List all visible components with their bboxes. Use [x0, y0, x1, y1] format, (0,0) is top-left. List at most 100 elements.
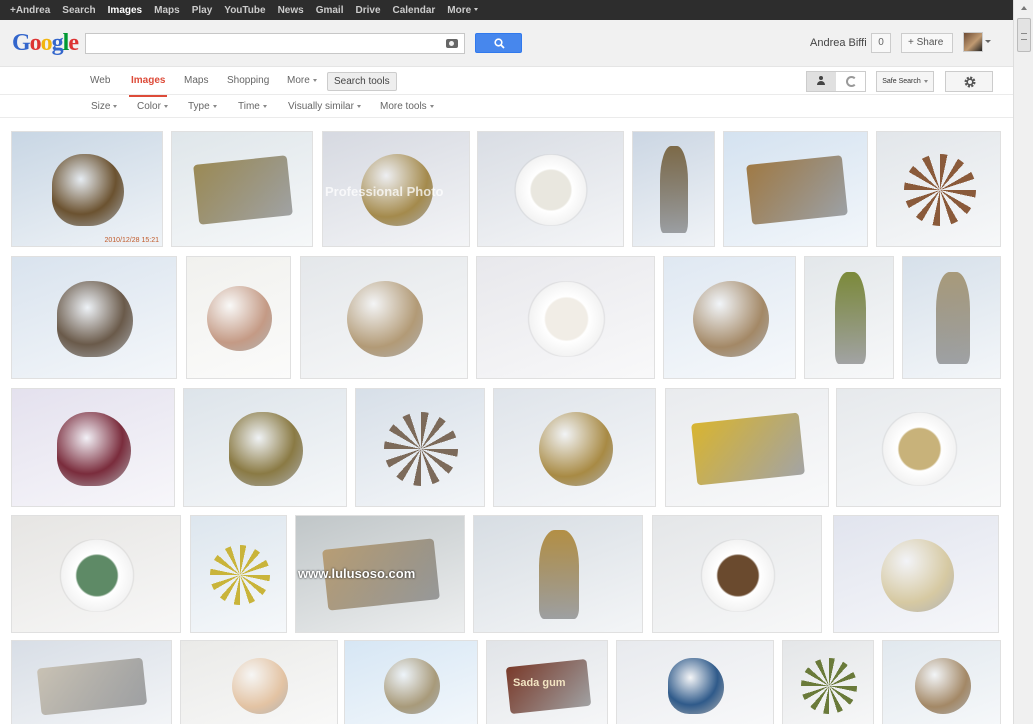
chevron-down-icon: [923, 79, 928, 83]
filter-color[interactable]: Color: [137, 101, 168, 112]
image-thumbnail-sushi-plate[interactable]: [11, 640, 172, 724]
thumbnail-subject: [691, 412, 805, 486]
image-thumbnail-candle-dish[interactable]: [652, 515, 822, 633]
thumbnail-subject: [668, 658, 724, 714]
global-results-button[interactable]: [836, 72, 865, 91]
thumbnail-subject: [660, 146, 688, 233]
thumbnail-subject: [229, 412, 303, 486]
gbar-item-maps[interactable]: Maps: [148, 5, 186, 16]
safe-search-button[interactable]: Safe Search: [876, 71, 934, 92]
notification-count[interactable]: 0: [871, 33, 891, 53]
thumbnail-subject: [539, 412, 613, 486]
image-thumbnail-coffee-cup[interactable]: [300, 256, 468, 379]
thumbnail-subject: [384, 412, 458, 486]
logo-letter: o: [29, 30, 42, 56]
search-tools-button[interactable]: Search tools: [327, 72, 397, 91]
image-thumbnail-plated-dessert[interactable]: [476, 256, 655, 379]
search-icon: [494, 38, 505, 49]
gbar-item-play[interactable]: Play: [186, 5, 219, 16]
image-thumbnail-candy-box[interactable]: Sada gum: [486, 640, 608, 724]
share-button[interactable]: + Share: [901, 33, 953, 53]
image-thumbnail-doll-face[interactable]: [180, 640, 338, 724]
camera-icon[interactable]: [446, 39, 458, 48]
thumbnail-subject: [384, 658, 440, 714]
gbar-item-search[interactable]: Search: [56, 5, 101, 16]
image-thumbnail-salad-bowl[interactable]: [11, 515, 181, 633]
image-thumbnail-food-bowl[interactable]: [477, 131, 624, 247]
image-thumbnail-pendant[interactable]: [493, 388, 656, 507]
image-thumbnail-starfish-dish[interactable]: [876, 131, 1001, 247]
scrollbar-thumb[interactable]: [1017, 18, 1031, 52]
image-thumbnail-noodles[interactable]: [836, 388, 1001, 507]
image-thumbnail-shrek-figure[interactable]: [804, 256, 894, 379]
gbar-item-plus-andrea[interactable]: +Andrea: [4, 5, 56, 16]
chevron-down-icon: [262, 104, 267, 108]
logo-letter: e: [68, 30, 79, 56]
tab-images[interactable]: Images: [128, 75, 168, 97]
image-thumbnail-samovar[interactable]: [902, 256, 1001, 379]
gbar-item-images[interactable]: Images: [102, 5, 148, 16]
thumbnail-subject: [904, 154, 976, 226]
thumbnail-subject: [693, 281, 769, 357]
thumbnail-subject: [36, 657, 148, 716]
user-name[interactable]: Andrea Biffi: [810, 37, 867, 49]
chevron-down-icon[interactable]: [985, 40, 991, 43]
chevron-down-icon: [429, 104, 434, 108]
filter-visually-similar[interactable]: Visually similar: [288, 101, 361, 112]
image-thumbnail-puppy[interactable]: [11, 256, 177, 379]
thumbnail-subject: [210, 545, 270, 605]
results-filter-toggle: [806, 71, 866, 92]
image-thumbnail-sloth-toy-2[interactable]: [882, 640, 1001, 724]
search-button[interactable]: [475, 33, 522, 53]
image-thumbnail-sloth-toy[interactable]: [663, 256, 796, 379]
image-thumbnail-man-portrait[interactable]: [186, 256, 291, 379]
image-thumbnail-figurine[interactable]: [632, 131, 715, 247]
filter-time[interactable]: Time: [238, 101, 267, 112]
image-thumbnail-ceramic-bird[interactable]: [616, 640, 774, 724]
personal-results-button[interactable]: [807, 72, 836, 91]
thumbnail-subject: [875, 412, 964, 486]
search-box: [85, 33, 465, 54]
gbar-item-drive[interactable]: Drive: [349, 5, 386, 16]
tab-more[interactable]: More: [287, 75, 317, 86]
google-images-page: +Andrea Search Images Maps Play YouTube …: [0, 0, 1033, 724]
gbar-item-youtube[interactable]: YouTube: [218, 5, 271, 16]
filter-more-tools[interactable]: More tools: [380, 101, 434, 112]
thumbnail-subject: [915, 658, 971, 714]
scrollbar[interactable]: [1013, 0, 1033, 724]
scroll-up-arrow[interactable]: [1021, 6, 1027, 10]
gbar-item-news[interactable]: News: [272, 5, 310, 16]
tab-web[interactable]: Web: [90, 75, 110, 86]
thumbnail-subject: [746, 155, 848, 225]
watermark-text: Professional Photo: [325, 184, 444, 199]
image-thumbnail-tiny-planet[interactable]: [355, 388, 485, 507]
logo-letter: o: [40, 30, 53, 56]
gbar-item-gmail[interactable]: Gmail: [310, 5, 350, 16]
filter-size[interactable]: Size: [91, 101, 118, 112]
logo-letter: g: [51, 30, 64, 56]
image-thumbnail-cupcake[interactable]: [11, 388, 175, 507]
settings-button[interactable]: [945, 71, 993, 92]
chevron-down-icon: [474, 8, 479, 12]
image-thumbnail-compact-powder[interactable]: [833, 515, 999, 633]
thumbnail-subject: [347, 281, 423, 357]
image-thumbnail-cake[interactable]: [723, 131, 868, 247]
avatar[interactable]: [963, 32, 983, 52]
gbar-item-calendar[interactable]: Calendar: [387, 5, 442, 16]
filter-type[interactable]: Type: [188, 101, 217, 112]
tab-maps[interactable]: Maps: [184, 75, 208, 86]
gbar-item-more[interactable]: More: [441, 5, 484, 16]
google-logo[interactable]: Google: [12, 30, 79, 57]
tab-shopping[interactable]: Shopping: [227, 75, 269, 86]
image-thumbnail-motorcycle[interactable]: [665, 388, 829, 507]
image-thumbnail-gift-box[interactable]: www.lulusoso.com: [295, 515, 465, 633]
image-thumbnail-flower-sculpture[interactable]: [190, 515, 287, 633]
image-thumbnail-motor[interactable]: [171, 131, 313, 247]
image-thumbnail-brass-buttons[interactable]: [183, 388, 347, 507]
search-input[interactable]: [86, 34, 441, 53]
image-thumbnail-brass-stand[interactable]: [473, 515, 643, 633]
image-thumbnail-skewer[interactable]: [782, 640, 874, 724]
image-thumbnail-soccer-ball[interactable]: Professional Photo: [322, 131, 470, 247]
image-thumbnail-ring[interactable]: [344, 640, 478, 724]
image-thumbnail-truffles[interactable]: 2010/12/28 15:21: [11, 131, 163, 247]
